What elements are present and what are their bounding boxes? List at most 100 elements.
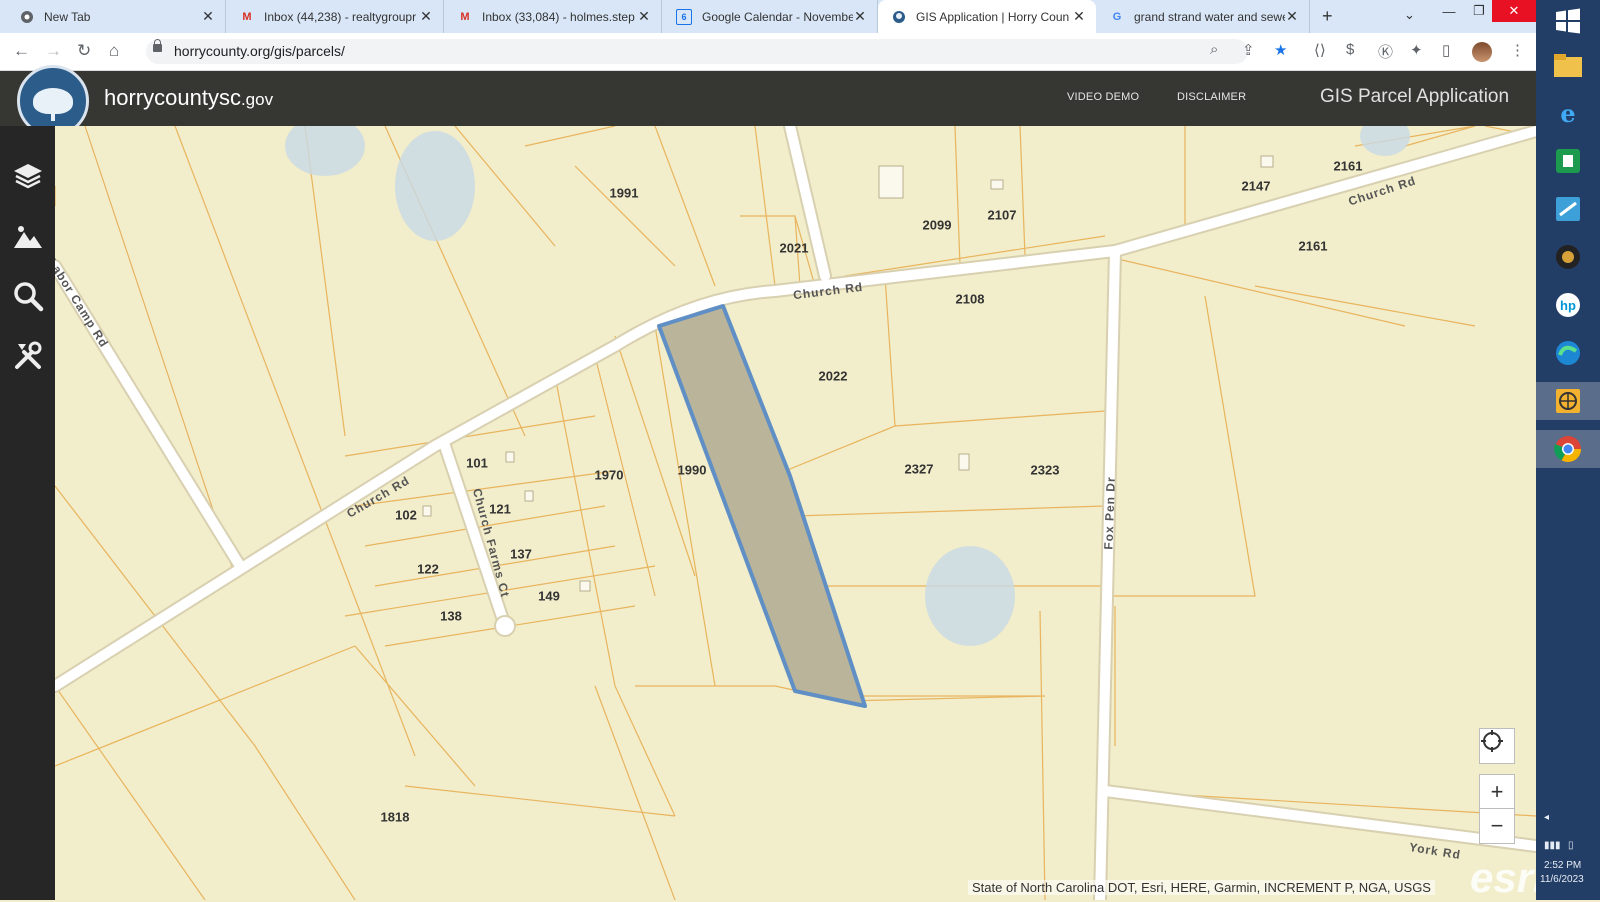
tab-title: grand strand water and sewe — [1134, 9, 1285, 24]
back-icon[interactable]: ← — [13, 41, 30, 61]
minimize-button[interactable]: — — [1434, 0, 1464, 22]
close-icon[interactable]: ✕ — [201, 8, 215, 25]
extension-s-icon[interactable]: $ — [1346, 41, 1354, 58]
chrome-icon — [20, 10, 34, 24]
parcel-label[interactable]: 1970 — [595, 468, 624, 483]
video-demo-link[interactable]: VIDEO DEMO — [1067, 91, 1139, 103]
edge-icon[interactable] — [1549, 334, 1587, 372]
extensions-puzzle-icon[interactable]: ✦ — [1410, 41, 1423, 59]
avatar[interactable] — [1472, 42, 1492, 62]
zoom-out-button[interactable]: − — [1479, 808, 1515, 844]
map-view[interactable]: 2970 2127 2161 2147 1991 2099 2107 2021 … — [55, 126, 1536, 900]
disclaimer-link[interactable]: DISCLAIMER — [1177, 91, 1246, 103]
app-title: GIS Parcel Application — [1320, 86, 1510, 107]
restore-button[interactable]: ❐ — [1464, 0, 1494, 22]
tool-sidebar — [0, 126, 55, 900]
parcel-label[interactable]: 2161 — [1299, 239, 1328, 254]
network-icon[interactable]: ▮▮▮ — [1544, 840, 1561, 851]
lock-icon — [153, 39, 162, 52]
parcel-label[interactable]: 2147 — [1242, 179, 1271, 194]
parcel-label[interactable]: 122 — [417, 562, 439, 577]
close-icon[interactable]: ✕ — [419, 8, 433, 25]
satellite-app-icon[interactable] — [1549, 190, 1587, 228]
zoom-in-button[interactable]: + — [1479, 774, 1515, 810]
office-icon[interactable] — [1549, 142, 1587, 180]
svg-text:hp: hp — [1560, 298, 1576, 313]
extension-k-icon[interactable]: Ⓚ — [1378, 41, 1393, 62]
show-hidden-icons-button[interactable]: ◂ — [1544, 812, 1549, 823]
globe-app-icon[interactable] — [1536, 382, 1600, 420]
browser-tab[interactable]: 6 Google Calendar - Novembe ✕ — [662, 0, 878, 33]
url-text[interactable]: horrycounty.org/gis/parcels/ — [174, 43, 345, 59]
windows-start-icon[interactable] — [1549, 2, 1587, 40]
tools-icon[interactable] — [10, 338, 46, 374]
gmail-icon: M — [242, 10, 252, 23]
battery-icon[interactable]: ▯ — [1568, 840, 1574, 851]
parcel-label[interactable]: 138 — [440, 609, 462, 624]
extension-code-icon[interactable]: ⟨⟩ — [1314, 41, 1326, 59]
home-icon[interactable]: ⌂ — [109, 41, 119, 61]
map-attribution: State of North Carolina DOT, Esri, HERE,… — [968, 880, 1435, 895]
gis-icon — [892, 10, 906, 24]
close-icon[interactable]: ✕ — [1285, 8, 1299, 25]
brand-suffix: .gov — [240, 90, 274, 109]
parcel-label[interactable]: 2327 — [905, 462, 934, 477]
parcel-label[interactable]: 1991 — [610, 186, 639, 201]
tab-title: Inbox (44,238) - realtygroupr — [264, 9, 417, 24]
zoom-icon[interactable]: ⌕ — [1210, 41, 1218, 58]
browser-tab[interactable]: M Inbox (44,238) - realtygroupr ✕ — [226, 0, 444, 33]
close-icon[interactable]: ✕ — [637, 8, 651, 25]
side-panel-icon[interactable]: ▯ — [1442, 41, 1450, 59]
parcel-label[interactable]: 101 — [466, 456, 488, 471]
reload-icon[interactable]: ↻ — [77, 41, 91, 61]
parcel-label[interactable]: 137 — [510, 547, 532, 562]
tab-search-button[interactable]: ⌄ — [1404, 7, 1415, 23]
address-bar[interactable]: horrycounty.org/gis/parcels/ — [146, 39, 1248, 64]
tab-title: Inbox (33,084) - holmes.step — [482, 9, 635, 24]
gmail-icon: M — [460, 10, 470, 23]
windows-taskbar: e hp ◂ ▮▮▮ ▯ 2:52 PM 11/6/2023 — [1536, 0, 1600, 900]
parcel-label[interactable]: 2108 — [956, 292, 985, 307]
parcel-label[interactable]: 2323 — [1031, 463, 1060, 478]
parcel-label[interactable]: 1818 — [381, 810, 410, 825]
site-brand[interactable]: horrycountysc.gov — [104, 85, 273, 111]
parcel-label[interactable]: 102 — [395, 508, 417, 523]
basemap-icon[interactable] — [10, 218, 46, 254]
internet-explorer-icon[interactable]: e — [1549, 94, 1587, 132]
bookmark-star-icon[interactable]: ★ — [1274, 41, 1287, 59]
calendar-icon: 6 — [676, 8, 692, 25]
parcel-label[interactable]: 149 — [538, 589, 560, 604]
layers-icon[interactable] — [10, 158, 46, 194]
search-icon[interactable] — [10, 278, 46, 314]
close-icon[interactable]: ✕ — [853, 8, 867, 25]
browser-tab[interactable]: M Inbox (33,084) - holmes.step ✕ — [444, 0, 662, 33]
browser-tab[interactable]: G grand strand water and sewe ✕ — [1096, 0, 1310, 33]
chrome-icon[interactable] — [1536, 430, 1600, 468]
locate-icon — [1481, 730, 1503, 752]
close-icon[interactable]: ✕ — [1072, 8, 1086, 25]
parcel-label[interactable]: 2161 — [1334, 159, 1363, 174]
taskbar-clock-time[interactable]: 2:52 PM — [1544, 860, 1581, 871]
selected-parcel[interactable] — [657, 304, 867, 708]
tree-icon — [33, 88, 73, 121]
parcel-label[interactable]: 2021 — [780, 241, 809, 256]
share-icon[interactable]: ⇪ — [1242, 41, 1255, 59]
camera-app-icon[interactable] — [1549, 238, 1587, 276]
file-explorer-icon[interactable] — [1549, 46, 1587, 84]
browser-toolbar: ← → ↻ ⌂ horrycounty.org/gis/parcels/ ⌕ ⇪… — [0, 33, 1536, 71]
google-icon: G — [1112, 10, 1122, 23]
taskbar-clock-date[interactable]: 11/6/2023 — [1540, 874, 1584, 885]
parcel-label[interactable]: 2099 — [923, 218, 952, 233]
parcel-label[interactable]: 2022 — [819, 369, 848, 384]
parcel-label[interactable]: 2107 — [988, 208, 1017, 223]
menu-kebab-icon[interactable]: ⋮ — [1510, 41, 1525, 59]
browser-tab[interactable]: New Tab ✕ — [6, 0, 226, 33]
browser-tab-active[interactable]: GIS Application | Horry Coun ✕ — [878, 0, 1096, 33]
hp-icon[interactable]: hp — [1549, 286, 1587, 324]
locate-button[interactable] — [1479, 728, 1515, 764]
close-window-button[interactable]: ✕ — [1492, 0, 1536, 22]
parcel-label[interactable]: 121 — [489, 502, 511, 517]
forward-icon[interactable]: → — [45, 41, 62, 61]
new-tab-button[interactable]: + — [1322, 6, 1333, 27]
parcel-label[interactable]: 1990 — [678, 463, 707, 478]
